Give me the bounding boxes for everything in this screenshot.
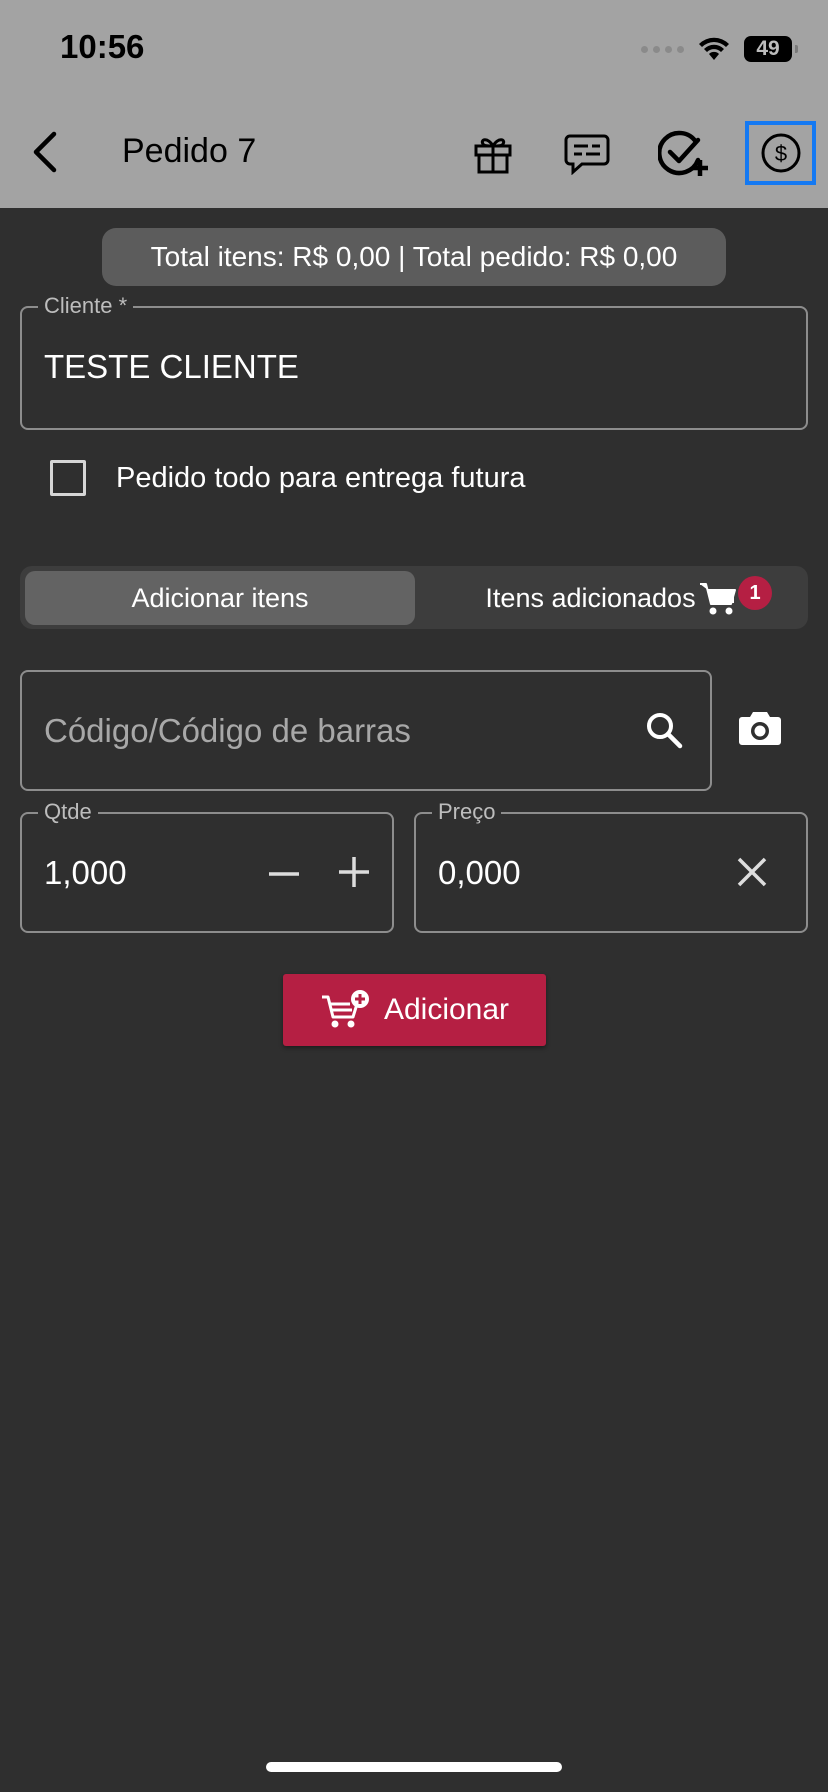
search-icon[interactable] xyxy=(644,710,684,750)
cart-plus-icon xyxy=(321,990,369,1028)
close-icon[interactable] xyxy=(734,854,770,890)
tab-add-items[interactable]: Adicionar itens xyxy=(25,571,415,625)
notes-button[interactable] xyxy=(559,126,615,182)
barcode-camera-button[interactable] xyxy=(736,704,784,752)
quantity-field[interactable]: Qtde 1,000 xyxy=(20,799,394,933)
client-label: Cliente * xyxy=(38,293,134,319)
chat-icon xyxy=(564,134,610,175)
status-icons: 49 xyxy=(641,32,798,66)
future-delivery-checkbox[interactable] xyxy=(50,460,86,496)
top-app-bar: 10:56 49 Pedido 7 $ xyxy=(0,0,828,208)
quantity-label: Qtde xyxy=(38,799,98,825)
camera-icon xyxy=(739,712,781,745)
check-plus-icon xyxy=(658,130,708,176)
order-totals: Total itens: R$ 0,00 | Total pedido: R$ … xyxy=(102,228,726,286)
svg-text:$: $ xyxy=(774,141,786,166)
future-delivery-label: Pedido todo para entrega futura xyxy=(116,462,526,494)
gift-icon xyxy=(474,138,512,174)
price-field[interactable]: Preço 0,000 xyxy=(414,799,808,933)
price-value: 0,000 xyxy=(438,854,521,891)
items-tabs: Adicionar itens Itens adicionados xyxy=(20,566,808,629)
wifi-icon xyxy=(699,37,729,60)
add-item-label: Adicionar xyxy=(383,993,510,1026)
quantity-value: 1,000 xyxy=(44,854,127,891)
tab-added-items-label: Itens adicionados xyxy=(485,582,696,613)
home-indicator[interactable] xyxy=(266,1762,562,1772)
status-time: 10:56 xyxy=(60,28,145,65)
back-button[interactable] xyxy=(28,128,64,176)
code-search-field[interactable]: Código/Código de barras xyxy=(20,670,712,791)
page-title: Pedido 7 xyxy=(122,132,257,170)
code-search-placeholder: Código/Código de barras xyxy=(44,712,411,749)
chevron-left-icon xyxy=(33,131,57,173)
client-value: TESTE CLIENTE xyxy=(44,348,299,385)
battery-icon: 49 xyxy=(744,36,798,62)
payment-button[interactable]: $ xyxy=(745,121,816,185)
plus-icon[interactable] xyxy=(336,854,372,890)
minus-icon[interactable] xyxy=(266,856,302,892)
price-label: Preço xyxy=(432,799,502,825)
cart-icon xyxy=(699,583,736,615)
client-field[interactable]: Cliente * TESTE CLIENTE xyxy=(20,293,808,430)
add-item-button[interactable]: Adicionar xyxy=(283,974,546,1046)
cellular-signal-icon xyxy=(641,45,684,53)
dollar-circle-icon: $ xyxy=(761,133,800,173)
added-items-count-badge: 1 xyxy=(738,576,772,610)
gift-button[interactable] xyxy=(465,126,521,182)
finalize-order-button[interactable] xyxy=(656,126,712,182)
